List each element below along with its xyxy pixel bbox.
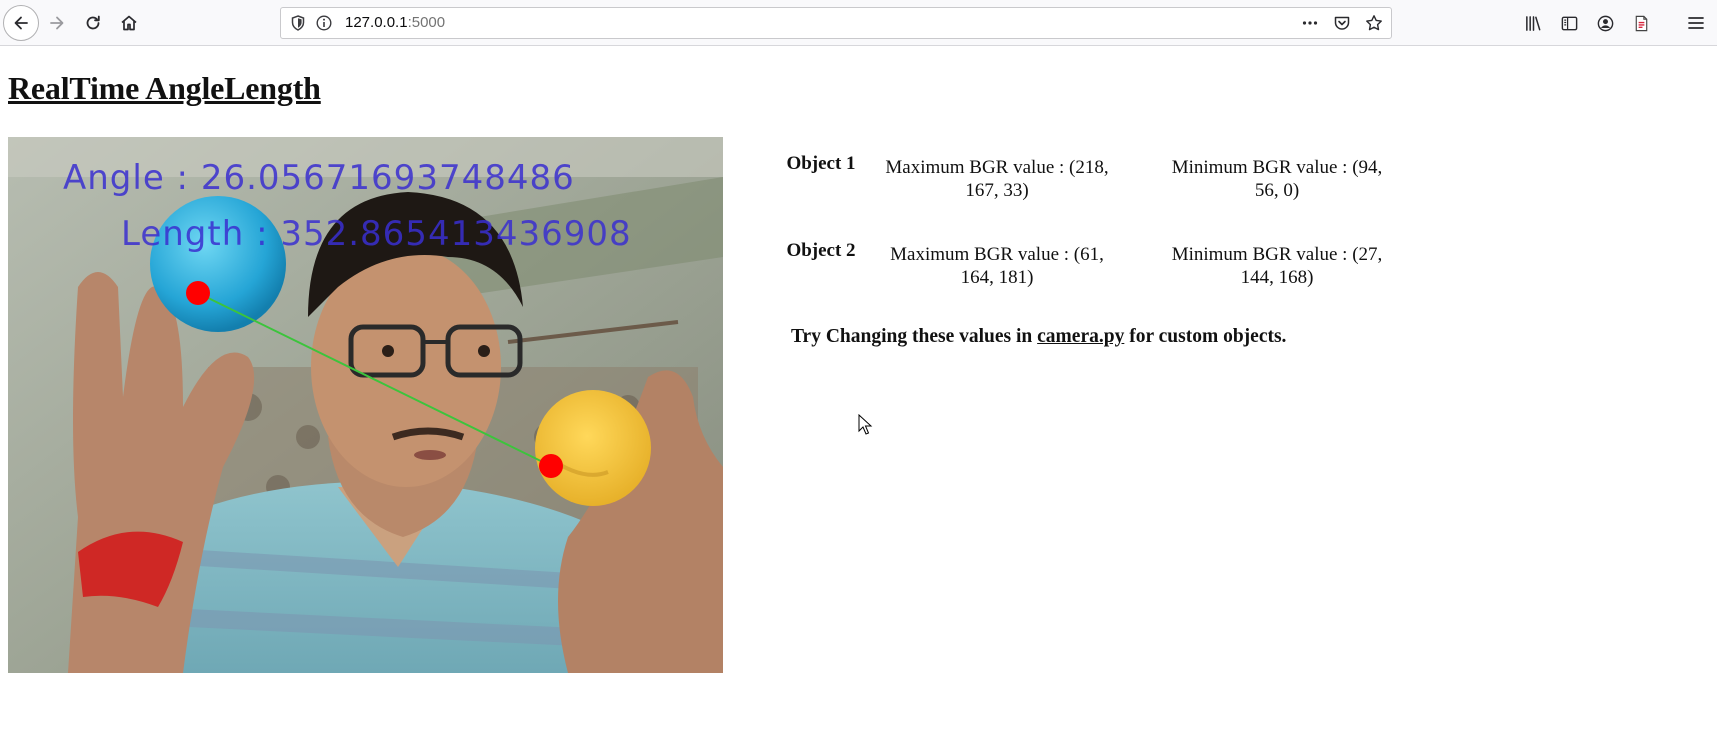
info-icon[interactable] [315,14,333,32]
video-stream: Angle : 26.05671693748486 Length : 352.8… [8,137,723,673]
object-label: Object 1 [786,153,856,174]
max-bgr-value: Maximum BGR value : (218, 167, 33) [857,150,1137,237]
pocket-icon[interactable] [1331,12,1353,34]
camera-py-link[interactable]: camera.py [1037,326,1124,347]
object-label: Object 2 [786,240,856,261]
home-button[interactable] [112,6,146,40]
url-text[interactable]: 127.0.0.1:5000 [345,14,445,31]
url-bar[interactable]: 127.0.0.1:5000 [280,7,1392,39]
hint-text: Try Changing these values in camera.py f… [791,326,1286,348]
star-icon[interactable] [1363,12,1385,34]
pdf-icon[interactable] [1628,8,1654,38]
library-icon[interactable] [1520,8,1546,38]
object-row-1: Object 1 Maximum BGR value : (218, 167, … [785,150,1417,237]
object-row-2: Object 2 Maximum BGR value : (61, 164, 1… [785,237,1417,324]
length-overlay-text: Length : 352.865413436908 [121,214,632,254]
home-icon [121,15,137,31]
right-toolbar [1520,8,1654,38]
url-actions [1299,12,1385,34]
forward-button[interactable] [40,6,74,40]
min-bgr-value: Minimum BGR value : (94, 56, 0) [1137,150,1417,237]
account-icon[interactable] [1592,8,1618,38]
reload-button[interactable] [76,6,110,40]
angle-overlay-text: Angle : 26.05671693748486 [63,158,575,198]
max-bgr-text: Maximum BGR value : (218, 167, 33) [885,157,1109,201]
page-title: RealTime AngleLength [8,70,321,106]
shield-icon[interactable] [289,14,307,32]
back-arrow-icon [14,16,28,30]
back-button[interactable] [3,5,39,41]
url-port: :5000 [407,14,446,31]
browser-toolbar: 127.0.0.1:5000 [0,0,1717,46]
sidebar-icon[interactable] [1556,8,1582,38]
min-bgr-text: Minimum BGR value : (27, 144, 168) [1171,244,1383,288]
reload-icon [86,15,100,30]
min-bgr-value: Minimum BGR value : (27, 144, 168) [1137,237,1417,324]
mouse-cursor-icon [858,414,873,435]
min-bgr-text: Minimum BGR value : (94, 56, 0) [1171,157,1383,201]
url-host: 127.0.0.1 [345,14,408,31]
hamburger-menu-icon[interactable] [1682,8,1710,38]
max-bgr-value: Maximum BGR value : (61, 164, 181) [857,237,1137,324]
more-horizontal-icon[interactable] [1299,12,1321,34]
hint-prefix: Try Changing these values in [791,326,1038,347]
object-bgr-table: Object 1 Maximum BGR value : (218, 167, … [785,150,1417,324]
max-bgr-text: Maximum BGR value : (61, 164, 181) [890,244,1104,288]
hint-suffix: for custom objects. [1124,326,1287,347]
forward-arrow-icon [50,16,64,30]
